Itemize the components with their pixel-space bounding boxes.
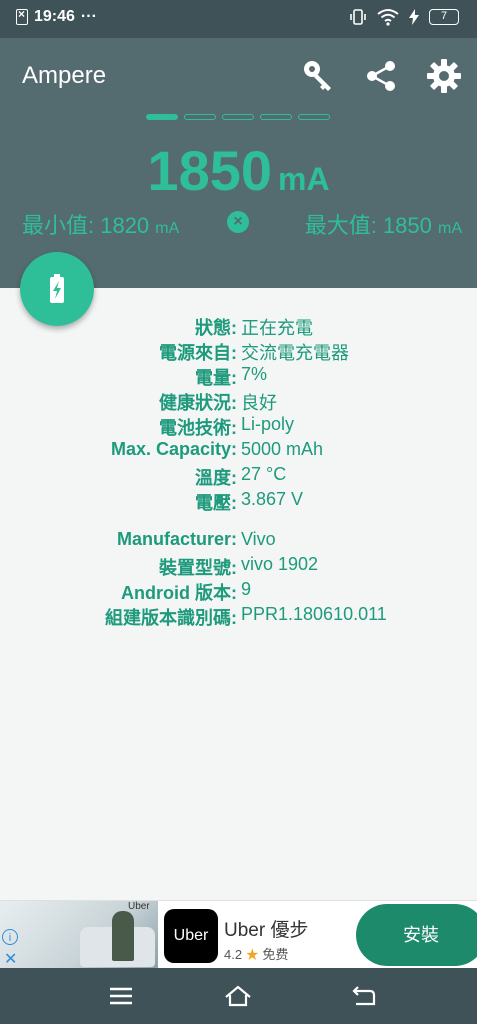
- ad-rating: 4.2 ★ 免费: [224, 944, 288, 963]
- info-label: 電量:: [195, 368, 237, 388]
- page-dot-2[interactable]: [184, 114, 216, 120]
- current-value: 1850: [147, 139, 272, 202]
- system-nav-bar: [0, 968, 477, 1024]
- ad-price: 免费: [262, 947, 289, 962]
- min-label: 最小值: 1820: [22, 213, 150, 238]
- info-label: 健康狀況:: [159, 393, 237, 413]
- info-row: 電量: 7%: [0, 364, 477, 389]
- info-row: 溫度: 27 °C: [0, 464, 477, 489]
- gear-icon[interactable]: [426, 58, 462, 94]
- ad-rating-value: 4.2: [224, 947, 243, 962]
- home-icon[interactable]: [223, 982, 253, 1010]
- info-row: 狀態: 正在充電: [0, 314, 477, 339]
- info-row: Android 版本: 9: [0, 579, 477, 604]
- info-row: Manufacturer: Vivo: [0, 529, 477, 554]
- share-icon[interactable]: [363, 58, 399, 94]
- info-value: 交流電充電器: [241, 343, 349, 363]
- info-label: Manufacturer:: [116, 529, 237, 549]
- app-title: Ampere: [22, 62, 107, 89]
- battery-level-icon: 7: [429, 9, 459, 25]
- page-dot-4[interactable]: [260, 114, 292, 120]
- info-label: 電源來自:: [159, 343, 237, 363]
- ad-banner[interactable]: Uber i ✕ Uber Uber 優步 4.2 ★ 免费 安裝: [0, 900, 477, 969]
- star-icon: ★: [245, 947, 259, 962]
- info-value: 良好: [241, 393, 277, 413]
- info-value: 5000 mAh: [241, 439, 324, 459]
- status-left: 19:46 ···: [16, 7, 97, 26]
- page-indicator: [146, 114, 330, 120]
- info-label: 溫度:: [195, 468, 237, 488]
- info-value: 9: [241, 579, 252, 599]
- menu-icon[interactable]: [106, 982, 136, 1010]
- status-right: 7: [349, 8, 459, 26]
- key-icon[interactable]: [300, 58, 336, 94]
- uber-logo[interactable]: Uber: [164, 909, 218, 963]
- info-label: Max. Capacity:: [110, 439, 237, 459]
- ad-image-tag: Uber: [128, 901, 150, 912]
- max-value: 最大值: 1850 mA: [305, 208, 462, 240]
- app-header: Ampere 1850 mA 最小值: 1820 mA × 最大值: 1850 …: [0, 38, 477, 288]
- battery-info-list: 狀態: 正在充電 電源來自: 交流電充電器 電量: 7% 健康狀況: 良好 電池技術: L…: [0, 314, 477, 629]
- page-dot-5[interactable]: [298, 114, 330, 120]
- info-label: Android 版本:: [121, 583, 237, 603]
- ad-title[interactable]: Uber 優步: [224, 915, 308, 942]
- info-row: 裝置型號: vivo 1902: [0, 554, 477, 579]
- info-value: 正在充電: [241, 318, 313, 338]
- info-row: 電池技術: Li-poly: [0, 414, 477, 439]
- ad-close-icon[interactable]: ✕: [4, 949, 17, 969]
- info-label: 裝置型號:: [159, 558, 237, 578]
- status-more-dots: ···: [80, 8, 97, 25]
- page-dot-1[interactable]: [146, 114, 178, 120]
- info-value: PPR1.180610.011: [241, 604, 387, 624]
- install-button[interactable]: 安裝: [356, 904, 477, 966]
- min-value: 最小值: 1820 mA: [22, 208, 179, 240]
- info-row: 健康狀況: 良好: [0, 389, 477, 414]
- page-dot-3[interactable]: [222, 114, 254, 120]
- vibrate-icon: [350, 9, 366, 25]
- info-label: 電池技術:: [159, 418, 237, 438]
- info-label: 電壓:: [195, 493, 237, 513]
- charging-bolt-icon: [409, 9, 419, 25]
- info-label: 狀態:: [195, 318, 237, 338]
- current-unit: mA: [278, 161, 330, 197]
- back-icon[interactable]: [348, 982, 378, 1010]
- info-value: 7%: [241, 364, 268, 384]
- info-value: 3.867 V: [241, 489, 304, 509]
- max-unit: mA: [438, 220, 462, 237]
- wifi-icon: [377, 9, 399, 26]
- info-value: 27 °C: [241, 464, 287, 484]
- info-value: Vivo: [241, 529, 276, 549]
- max-label: 最大值: 1850: [304, 213, 432, 238]
- info-value: Li-poly: [241, 414, 295, 434]
- min-max-row: 最小值: 1820 mA × 最大值: 1850 mA: [22, 208, 462, 240]
- ad-info-icon[interactable]: i: [2, 929, 18, 945]
- status-time: 19:46: [34, 8, 75, 25]
- ad-image[interactable]: Uber: [0, 901, 158, 969]
- info-label: 組建版本識別碼:: [105, 608, 237, 628]
- info-row: 組建版本識別碼: PPR1.180610.011: [0, 604, 477, 629]
- min-unit: mA: [155, 220, 180, 237]
- status-bar: 19:46 ··· 7: [0, 0, 477, 38]
- info-row: Max. Capacity: 5000 mAh: [0, 439, 477, 464]
- clear-minmax-button[interactable]: ×: [227, 211, 249, 233]
- ad-person-shape: [112, 911, 134, 961]
- sim-icon: [16, 7, 28, 25]
- info-row: 電壓: 3.867 V: [0, 489, 477, 514]
- info-value: vivo 1902: [241, 554, 319, 574]
- current-reading: 1850 mA: [0, 138, 477, 203]
- info-row: 電源來自: 交流電充電器: [0, 339, 477, 364]
